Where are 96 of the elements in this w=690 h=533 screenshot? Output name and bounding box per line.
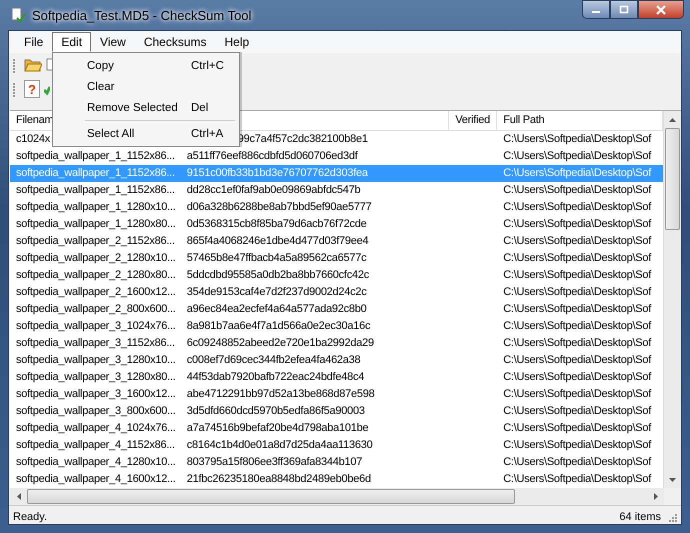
menu-entry[interactable]: Remove Selected Del: [55, 97, 237, 118]
minimize-button[interactable]: [582, 0, 610, 19]
table-cell: softpedia_wallpaper_3_1280x80...: [16, 371, 176, 383]
right-arrow-icon[interactable]: [654, 493, 658, 500]
table-cell: 354de9153caf4e7d2f237d9002d24c2c: [186, 286, 367, 298]
menu-item[interactable]: File: [15, 32, 52, 52]
table-cell: softpedia_wallpaper_1_1152x86...: [16, 167, 175, 179]
table-cell: C:\Users\Softpedia\Desktop\Sof: [503, 201, 652, 213]
scroll-thumb[interactable]: [665, 128, 680, 230]
table-cell: softpedia_wallpaper_2_1152x86...: [16, 235, 175, 247]
maximize-icon: [619, 5, 629, 14]
folder-icon[interactable]: [24, 57, 42, 73]
table-cell: C:\Users\Softpedia\Desktop\Sof: [503, 337, 652, 349]
window-title: Softpedia_Test.MD5 - CheckSum Tool: [32, 8, 252, 22]
table-cell: 5ddcdbd95585a0db2ba8bb7660cfc42c: [186, 269, 369, 281]
table-cell: softpedia_wallpaper_4_1152x86...: [16, 439, 175, 451]
table-cell: C:\Users\Softpedia\Desktop\Sof: [503, 269, 652, 281]
vertical-scrollbar[interactable]: [663, 111, 681, 488]
table-cell: softpedia_wallpaper_2_1600x12...: [16, 286, 176, 298]
table-cell: C:\Users\Softpedia\Desktop\Sof: [503, 354, 652, 366]
table-cell: C:\Users\Softpedia\Desktop\Sof: [503, 405, 652, 417]
table-cell: 44f53dab7920bafb722eac24bdfe48c4: [186, 371, 364, 383]
table-cell: softpedia_wallpaper_2_800x600...: [16, 303, 176, 315]
table-cell: softpedia_wallpaper_1_1280x80...: [16, 218, 176, 230]
table-cell: a7a74516b9befaf20be4d798aba101be: [186, 422, 368, 434]
table-cell: 6c09248852abeed2e720e1ba2992da29: [186, 337, 374, 349]
table-cell: softpedia_wallpaper_1_1152x86...: [16, 150, 175, 162]
table-cell: softpedia_wallpaper_2_1280x10...: [16, 252, 176, 264]
toolbar-grip: [13, 56, 16, 74]
table-cell: C:\Users\Softpedia\Desktop\Sof: [503, 133, 652, 145]
table-cell: abe4712291bb97d52a13be868d87e598: [186, 388, 374, 400]
table-cell: C:\Users\Softpedia\Desktop\Sof: [503, 422, 652, 434]
table-cell: softpedia_wallpaper_4_1600x12...: [16, 473, 176, 485]
table-cell: softpedia_wallpaper_4_1024x76...: [16, 422, 176, 434]
table-cell: 21fbc26235180ea8848bd2489eb0be6d: [186, 473, 371, 485]
table-cell: softpedia_wallpaper_2_1280x80...: [16, 269, 176, 281]
table-cell: 8a981b7aa6e4f7a1d566a0e2ec30a16c: [186, 320, 370, 332]
table-cell: C:\Users\Softpedia\Desktop\Sof: [503, 252, 652, 264]
table-cell: a511ff76eef886cdbfd5d060706ed3df: [186, 150, 358, 162]
close-icon: [655, 4, 667, 14]
table-cell: c8164c1b4d0e01a8d7d25da4aa113630: [186, 439, 372, 451]
menu-entry[interactable]: Clear: [55, 76, 237, 97]
menu-item[interactable]: View: [91, 32, 135, 52]
maximize-button[interactable]: [610, 0, 638, 19]
status-text: Ready.: [13, 511, 48, 523]
table-cell: C:\Users\Softpedia\Desktop\Sof: [503, 439, 652, 451]
column-header[interactable]: Full Path: [503, 114, 544, 126]
table-cell: 9151c00fb33b1bd3e76707762d303fea: [186, 167, 368, 179]
table-cell: softpedia_wallpaper_3_800x600...: [16, 405, 176, 417]
table-cell: c1024x: [16, 133, 50, 145]
column-header[interactable]: Verified: [455, 114, 490, 126]
table-cell: 0d5368315cb8f85ba79d6acb76f72cde: [186, 218, 367, 230]
table-cell: C:\Users\Softpedia\Desktop\Sof: [503, 235, 652, 247]
table-cell: C:\Users\Softpedia\Desktop\Sof: [503, 303, 652, 315]
table-cell: softpedia_wallpaper_3_1600x12...: [16, 388, 176, 400]
table-cell: d06a328b6288be8ab7bbd5ef90ae5777: [186, 201, 372, 213]
menu-entry[interactable]: Copy Ctrl+C: [55, 55, 237, 76]
table-cell: 803795a15f806ee3ff369afa8344b107: [186, 456, 362, 468]
table-cell: 865f4a4068246e1dbe4d477d03f79ee4: [186, 235, 368, 247]
item-count: 64 items: [619, 511, 661, 523]
help-button[interactable]: ?: [24, 80, 40, 98]
table-cell: softpedia_wallpaper_4_1280x10...: [16, 456, 176, 468]
table-cell: C:\Users\Softpedia\Desktop\Sof: [503, 371, 652, 383]
menu-item[interactable]: Edit: [52, 32, 92, 52]
table-cell: softpedia_wallpaper_3_1024x76...: [16, 320, 176, 332]
menu-item[interactable]: Help: [216, 32, 258, 52]
menu-item[interactable]: Checksums: [134, 32, 216, 52]
close-button[interactable]: [638, 0, 684, 19]
table-cell: C:\Users\Softpedia\Desktop\Sof: [503, 150, 652, 162]
toolbar-grip: [13, 80, 16, 98]
table-cell: softpedia_wallpaper_3_1280x10...: [16, 354, 176, 366]
resize-grip[interactable]: [667, 512, 677, 522]
left-arrow-icon[interactable]: [16, 493, 20, 500]
table-cell: C:\Users\Softpedia\Desktop\Sof: [503, 286, 652, 298]
table-cell: C:\Users\Softpedia\Desktop\Sof: [503, 473, 652, 485]
table-cell: softpedia_wallpaper_3_1152x86...: [16, 337, 175, 349]
down-arrow-icon[interactable]: [669, 478, 676, 482]
table-cell: softpedia_wallpaper_1_1280x10...: [16, 201, 176, 213]
table-cell: 99c7a4f57c2dc382100b8e1: [238, 133, 368, 145]
app-icon: [10, 7, 26, 23]
table-cell: C:\Users\Softpedia\Desktop\Sof: [503, 184, 652, 196]
table-cell: dd28cc1ef0faf9ab0e09869abfdc547b: [186, 184, 360, 196]
table-cell: 3d5dfd660dcd5970b5edfa86f5a90003: [186, 405, 365, 417]
scroll-thumb[interactable]: [27, 489, 515, 504]
table-cell: C:\Users\Softpedia\Desktop\Sof: [503, 388, 652, 400]
table-cell: softpedia_wallpaper_1_1152x86...: [16, 184, 175, 196]
menu-entry[interactable]: Select All Ctrl+A: [55, 123, 237, 144]
table-cell: C:\Users\Softpedia\Desktop\Sof: [503, 218, 652, 230]
horizontal-scrollbar[interactable]: [10, 488, 681, 505]
up-arrow-icon[interactable]: [669, 118, 676, 122]
table-cell: 57465b8e47ffbacb4a5a89562ca6577c: [186, 252, 366, 264]
table-cell: C:\Users\Softpedia\Desktop\Sof: [503, 320, 652, 332]
table-cell: C:\Users\Softpedia\Desktop\Sof: [503, 456, 652, 468]
table-cell: C:\Users\Softpedia\Desktop\Sof: [503, 167, 652, 179]
table-cell: c008ef7d69cec344fb2efea4fa462a38: [186, 354, 360, 366]
table-cell: a96ec84ea2ecfef4a64a577ada92c8b0: [186, 303, 367, 315]
